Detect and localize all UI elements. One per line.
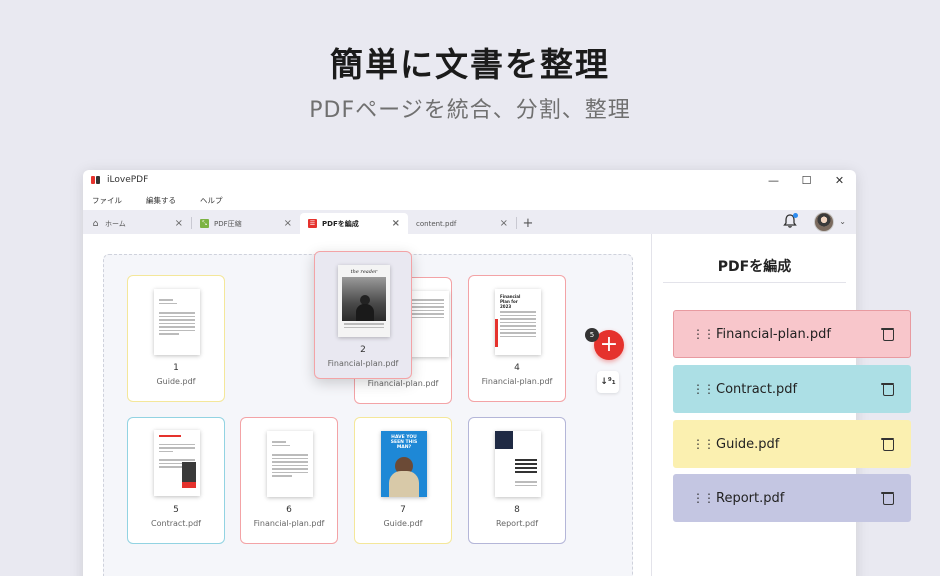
- maximize-button[interactable]: ☐: [790, 170, 823, 190]
- drag-handle-icon[interactable]: ⋮⋮: [692, 492, 715, 504]
- title-bar: iLovePDF — ☐ ✕: [83, 170, 856, 190]
- tab-content-pdf[interactable]: content.pdf ×: [408, 213, 516, 234]
- page-number: 7: [400, 505, 406, 515]
- trash-icon[interactable]: [881, 437, 894, 451]
- page-filename: Financial-plan.pdf: [327, 359, 399, 368]
- reader-title: the reader: [350, 269, 378, 275]
- page-card[interactable]: 6 Financial-plan.pdf: [240, 417, 338, 544]
- panel-title: PDFを編成: [717, 259, 792, 275]
- page-thumbnail: the reader: [338, 265, 390, 337]
- tab-organize[interactable]: ☰ PDFを編成 ×: [300, 213, 408, 234]
- file-list-item[interactable]: ⋮⋮ Contract.pdf: [673, 365, 911, 413]
- app-name: iLovePDF: [107, 175, 149, 185]
- panel-divider-line: [663, 282, 846, 283]
- file-name: Report.pdf: [716, 490, 785, 506]
- menu-edit[interactable]: 編集する: [146, 195, 176, 206]
- drag-handle-icon[interactable]: ⋮⋮: [692, 328, 715, 340]
- page-number: 4: [514, 363, 520, 373]
- tab-close-icon[interactable]: ×: [500, 218, 508, 229]
- hero-subtitle: PDFページを統合、分割、整理: [309, 98, 631, 123]
- tab-label: content.pdf: [416, 219, 457, 228]
- tab-close-icon[interactable]: ×: [175, 218, 183, 229]
- trash-icon[interactable]: [881, 382, 894, 396]
- tab-label: PDFを編成: [322, 219, 359, 228]
- page-thumbnail: [154, 430, 200, 496]
- sort-button[interactable]: ↓⁹₁: [597, 371, 619, 393]
- tab-label: ホーム: [105, 219, 126, 228]
- page-number: 2: [360, 345, 366, 355]
- notification-dot: [793, 213, 798, 218]
- page-thumbnail: [154, 289, 200, 355]
- file-count-badge: 5: [585, 328, 599, 342]
- file-name: Financial-plan.pdf: [716, 326, 831, 342]
- avatar[interactable]: [814, 212, 834, 232]
- trash-icon[interactable]: [881, 491, 894, 505]
- tab-bar: ⌂ ホーム × ⤡ PDF圧縮 × ☰ PDFを編成 × content.pdf…: [83, 210, 856, 234]
- menu-bar: ファイル 編集する ヘルプ: [83, 190, 856, 210]
- file-name: Contract.pdf: [716, 381, 798, 397]
- page-filename: Report.pdf: [495, 519, 539, 528]
- page-filename: Financial-plan.pdf: [253, 519, 325, 528]
- file-list-item[interactable]: ⋮⋮ Financial-plan.pdf: [673, 310, 911, 358]
- drag-handle-icon[interactable]: ⋮⋮: [692, 438, 715, 450]
- add-tab-button[interactable]: +: [517, 213, 539, 234]
- home-icon: ⌂: [92, 218, 99, 229]
- file-name: Guide.pdf: [716, 436, 780, 452]
- file-list-item[interactable]: ⋮⋮ Guide.pdf: [673, 420, 911, 468]
- tab-home[interactable]: ⌂ ホーム ×: [83, 213, 191, 234]
- hero-title: 簡単に文書を整理: [330, 45, 610, 84]
- financial-plan-title: Financial Plan for 2023: [500, 294, 521, 309]
- chevron-down-icon[interactable]: ⌄: [839, 217, 846, 226]
- page-card-dragging[interactable]: the reader 2 Financial-plan.pdf: [314, 251, 412, 379]
- poster-headline: HAVE YOU SEEN THIS MAN?: [390, 435, 418, 450]
- page-filename: Guide.pdf: [383, 519, 423, 528]
- page-number: 5: [173, 505, 179, 515]
- tab-close-icon[interactable]: ×: [284, 218, 292, 229]
- menu-help[interactable]: ヘルプ: [200, 195, 223, 206]
- page-number: 8: [514, 505, 520, 515]
- menu-file[interactable]: ファイル: [92, 195, 122, 206]
- page-filename: Guide.pdf: [156, 377, 196, 386]
- page-filename: Financial-plan.pdf: [481, 377, 553, 386]
- page-card[interactable]: 1 Guide.pdf: [127, 275, 225, 402]
- page-number: 1: [173, 363, 179, 373]
- file-list-item[interactable]: ⋮⋮ Report.pdf: [673, 474, 911, 522]
- page-card[interactable]: HAVE YOU SEEN THIS MAN? 7 Guide.pdf: [354, 417, 452, 544]
- tab-compress[interactable]: ⤡ PDF圧縮 ×: [192, 213, 300, 234]
- drag-handle-icon[interactable]: ⋮⋮: [692, 383, 715, 395]
- page-card[interactable]: Financial Plan for 2023 4 Financial-plan…: [468, 275, 566, 402]
- minimize-button[interactable]: —: [757, 170, 790, 190]
- page-thumbnail: Financial Plan for 2023: [495, 289, 541, 355]
- page-thumbnail: HAVE YOU SEEN THIS MAN?: [381, 431, 427, 497]
- page-card[interactable]: 8 Report.pdf: [468, 417, 566, 544]
- panel-divider: [651, 234, 652, 576]
- page-thumbnail: [495, 431, 541, 497]
- app-logo-icon: [91, 175, 101, 185]
- page-filename: Contract.pdf: [151, 519, 201, 528]
- trash-icon[interactable]: [881, 327, 894, 341]
- compress-icon: ⤡: [200, 219, 209, 228]
- tab-close-icon[interactable]: ×: [392, 218, 400, 229]
- close-button[interactable]: ✕: [823, 170, 856, 190]
- organize-icon: ☰: [308, 219, 317, 228]
- page-thumbnail: [267, 431, 313, 497]
- page-number: 6: [286, 505, 292, 515]
- window-controls: — ☐ ✕: [757, 170, 856, 190]
- tab-label: PDF圧縮: [214, 219, 242, 228]
- page-card[interactable]: 5 Contract.pdf: [127, 417, 225, 544]
- page-filename: Financial-plan.pdf: [367, 379, 439, 388]
